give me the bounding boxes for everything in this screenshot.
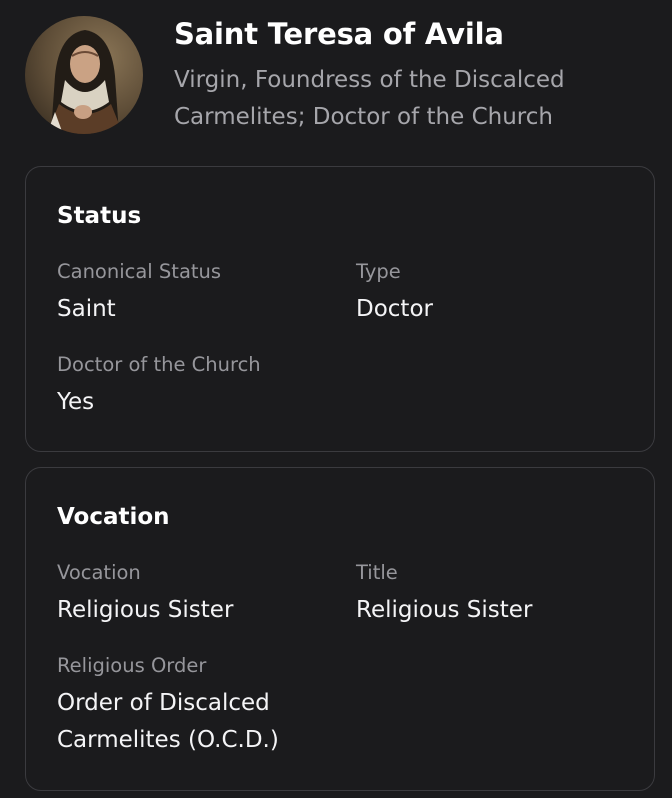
religious-order-label: Religious Order [57, 654, 207, 677]
vocation-value: Religious Sister [57, 597, 234, 623]
type-value: Doctor [356, 296, 433, 322]
title-value: Religious Sister [356, 597, 533, 623]
religious-order-value: Order of Discalced Carmelites (O.C.D.) [57, 690, 279, 753]
saint-portrait-avatar [25, 16, 143, 134]
status-card: Status Canonical Status Saint Type Docto… [25, 166, 655, 452]
vocation-section-heading: Vocation [57, 504, 170, 530]
saint-description: Virgin, Foundress of the Discalced Carme… [174, 67, 565, 130]
canonical-status-value: Saint [57, 296, 116, 322]
canonical-status-label: Canonical Status [57, 260, 222, 283]
title-label: Title [356, 561, 398, 584]
vocation-label: Vocation [57, 561, 141, 584]
saint-name-title: Saint Teresa of Avila [174, 17, 504, 51]
status-section-heading: Status [57, 203, 142, 229]
doctor-of-church-value: Yes [57, 389, 95, 415]
vocation-card: Vocation Vocation Religious Sister Title… [25, 467, 655, 791]
doctor-of-church-label: Doctor of the Church [57, 353, 261, 376]
type-label: Type [356, 260, 401, 283]
profile-header: Saint Teresa of Avila Virgin, Foundress … [24, 14, 664, 144]
